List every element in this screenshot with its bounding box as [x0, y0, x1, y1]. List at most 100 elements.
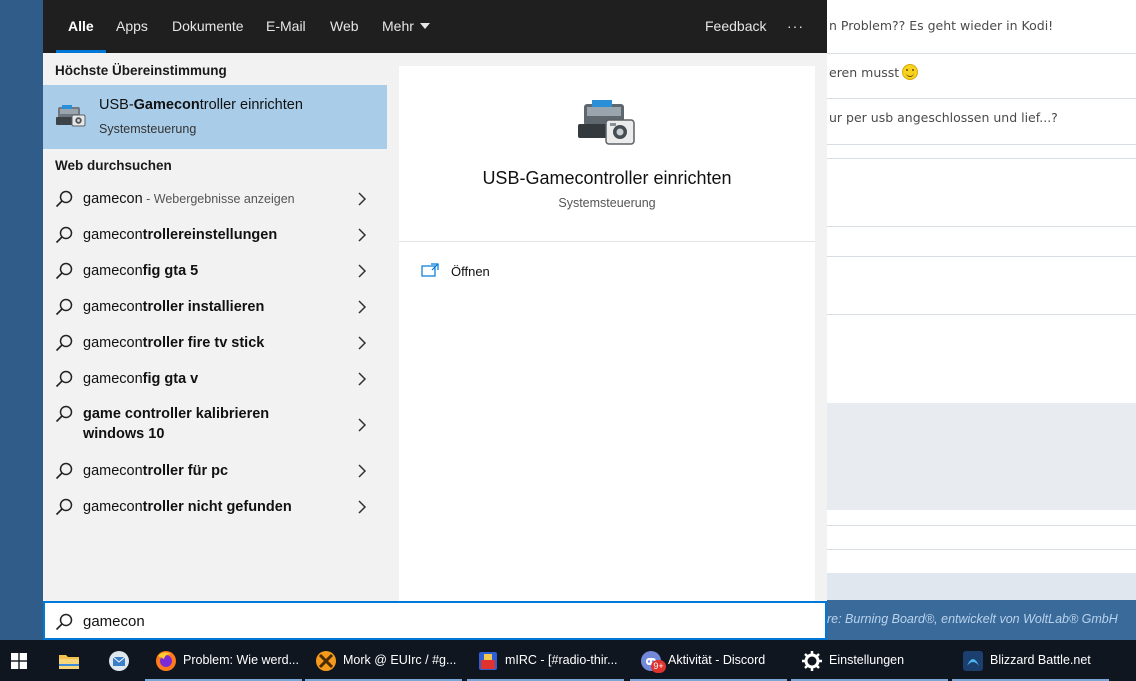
- taskbar-app-firefox[interactable]: Problem: Wie werd...: [145, 640, 302, 681]
- open-label: Öffnen: [451, 264, 490, 279]
- best-match-title: USB-Gamecontroller einrichten: [99, 97, 303, 113]
- forum-divider: [827, 145, 1136, 159]
- start-search-panel: Alle Apps Dokumente E-Mail Web Mehr Feed…: [43, 0, 827, 640]
- chevron-right-icon: [358, 192, 367, 206]
- forum-row: [827, 159, 1136, 227]
- search-icon: [55, 613, 73, 631]
- taskbar-app-label: Mork @ EUIrc / #g...: [343, 653, 457, 667]
- forum-row[interactable]: n Problem?? Es geht wieder in Kodi!: [827, 18, 1136, 54]
- search-icon: [55, 462, 73, 480]
- search-icon: [55, 190, 73, 208]
- chevron-right-icon: [358, 264, 367, 278]
- chevron-right-icon: [358, 464, 367, 478]
- best-match-subtitle: Systemsteuerung: [99, 122, 197, 136]
- forum-gray-block: [827, 403, 1136, 510]
- feedback-button[interactable]: Feedback: [705, 0, 766, 53]
- web-suggestion-text: gamecontroller fire tv stick: [83, 335, 265, 351]
- smiley-icon: [902, 64, 919, 80]
- taskbar-app-label: Einstellungen: [829, 653, 905, 667]
- windows-logo-icon: [11, 653, 27, 669]
- search-icon: [55, 298, 73, 316]
- web-suggestion-item[interactable]: gamecontroller fire tv stick: [43, 325, 387, 361]
- search-input[interactable]: [83, 609, 783, 633]
- forum-row: [827, 526, 1136, 550]
- taskbar-app-discord[interactable]: 9+ Aktivität - Discord: [630, 640, 787, 681]
- firefox-icon: [156, 651, 176, 671]
- web-search-heading: Web durchsuchen: [55, 158, 172, 173]
- preview-pane: USB-Gamecontroller einrichten Systemsteu…: [399, 66, 815, 601]
- taskbar-app-label: Aktivität - Discord: [668, 653, 766, 667]
- hexchat-icon: [316, 651, 336, 671]
- search-box: [43, 601, 827, 640]
- web-suggestion-text: gamecontroller für pc: [83, 463, 229, 479]
- web-suggestion-item[interactable]: gamecon - Webergebnisse anzeigen: [43, 181, 387, 217]
- game-controller-settings-icon: [56, 105, 86, 127]
- mail-app-button[interactable]: [98, 640, 140, 681]
- search-icon: [55, 226, 73, 244]
- tab-email[interactable]: E-Mail: [266, 0, 306, 53]
- taskbar-app-hexchat[interactable]: Mork @ EUIrc / #g...: [305, 640, 462, 681]
- more-options-button[interactable]: ···: [787, 0, 804, 53]
- taskbar-app-label: mIRC - [#radio-thir...: [505, 653, 618, 667]
- web-suggestion-item[interactable]: gamecontroller für pc: [43, 453, 387, 489]
- start-button[interactable]: [0, 640, 38, 681]
- tab-documents[interactable]: Dokumente: [172, 0, 244, 53]
- web-suggestion-text: gamecontroller nicht gefunden: [83, 499, 292, 515]
- tab-all[interactable]: Alle: [56, 0, 106, 53]
- tab-apps[interactable]: Apps: [116, 0, 148, 53]
- preview-subtitle: Systemsteuerung: [558, 196, 656, 210]
- web-suggestion-text: gameconfig gta 5: [83, 263, 199, 279]
- forum-row[interactable]: ur per usb angeschlossen und lief...?: [827, 110, 1136, 145]
- file-explorer-button[interactable]: [49, 640, 89, 681]
- preview-divider: [399, 241, 815, 242]
- taskbar-app-battlenet[interactable]: Blizzard Battle.net: [952, 640, 1109, 681]
- battlenet-icon: [963, 651, 983, 671]
- chevron-right-icon: [358, 500, 367, 514]
- search-icon: [55, 334, 73, 352]
- web-suggestion-item[interactable]: gamecontrollereinstellungen: [43, 217, 387, 253]
- search-icon: [55, 262, 73, 280]
- tab-web[interactable]: Web: [330, 0, 359, 53]
- web-suggestion-text: gamecon - Webergebnisse anzeigen: [83, 191, 295, 207]
- open-window-icon: [421, 263, 439, 277]
- tab-more-label: Mehr: [382, 18, 414, 34]
- forum-row[interactable]: eren musst: [827, 64, 1136, 99]
- taskbar-app-gear[interactable]: Einstellungen: [791, 640, 948, 681]
- mirc-icon: [479, 652, 497, 670]
- best-match-heading: Höchste Übereinstimmung: [55, 63, 227, 78]
- mail-icon: [109, 651, 129, 671]
- forum-footer-text[interactable]: re: Burning Board®, entwickelt von WoltL…: [827, 612, 1136, 626]
- web-suggestion-item[interactable]: gamecontroller nicht gefunden: [43, 489, 387, 525]
- chevron-right-icon: [358, 228, 367, 242]
- web-suggestion-item[interactable]: gameconfig gta v: [43, 361, 387, 397]
- tab-more[interactable]: Mehr: [382, 0, 430, 53]
- best-match-result[interactable]: USB-Gamecontroller einrichten Systemsteu…: [43, 85, 387, 149]
- taskbar-app-label: Problem: Wie werd...: [183, 653, 298, 667]
- forum-row: [827, 227, 1136, 257]
- web-suggestion-text: game controller kalibrieren windows 10: [83, 406, 270, 442]
- forum-row: [827, 257, 1136, 315]
- chevron-right-icon: [358, 418, 367, 432]
- web-suggestion-item[interactable]: gamecontroller installieren: [43, 289, 387, 325]
- web-suggestion-item[interactable]: game controller kalibrieren windows 10: [43, 397, 387, 453]
- results-list-pane: Höchste Übereinstimmung USB-Gamecontroll…: [43, 53, 387, 601]
- background-forum-content: n Problem?? Es geht wieder in Kodi! eren…: [827, 0, 1136, 640]
- chevron-right-icon: [358, 300, 367, 314]
- preview-title: USB-Gamecontroller einrichten: [482, 168, 732, 188]
- search-icon: [55, 405, 73, 423]
- game-controller-settings-icon: [578, 100, 635, 145]
- search-filter-tabbar: Alle Apps Dokumente E-Mail Web Mehr Feed…: [43, 0, 827, 53]
- taskbar-app-mirc[interactable]: mIRC - [#radio-thir...: [467, 640, 624, 681]
- search-icon: [55, 498, 73, 516]
- chevron-right-icon: [358, 372, 367, 386]
- background-left-strip: [0, 0, 43, 640]
- folder-icon: [59, 655, 79, 669]
- taskbar: Problem: Wie werd... Mork @ EUIrc / #g...…: [0, 640, 1136, 681]
- taskbar-app-label: Blizzard Battle.net: [990, 653, 1091, 667]
- forum-row: [827, 510, 1136, 526]
- web-suggestion-text: gamecontroller installieren: [83, 299, 265, 315]
- chevron-down-icon: [419, 23, 430, 29]
- web-suggestion-text: gameconfig gta v: [83, 371, 199, 387]
- web-suggestion-item[interactable]: gameconfig gta 5: [43, 253, 387, 289]
- chevron-right-icon: [358, 336, 367, 350]
